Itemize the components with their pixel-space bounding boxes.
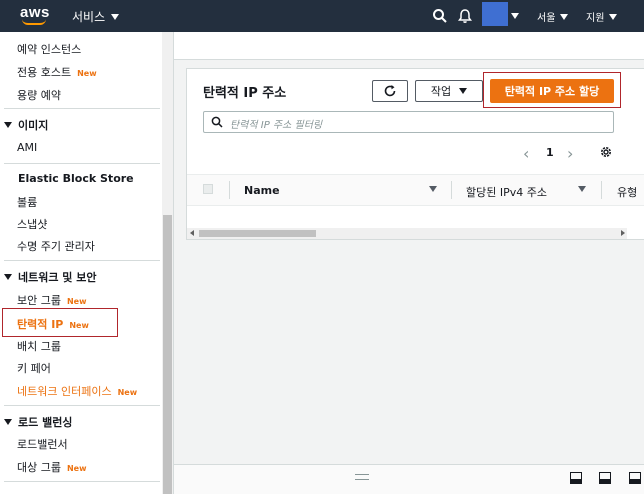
chevron-down-icon bbox=[560, 13, 569, 20]
sidebar-item-label: 대상 그룹 bbox=[17, 461, 61, 474]
split-bottom-icon[interactable] bbox=[570, 472, 582, 484]
sidebar-item-key-pairs[interactable]: 키 페어 bbox=[17, 360, 51, 376]
split-close-icon[interactable] bbox=[629, 472, 641, 484]
sidebar-item-label: 로드밸런서 bbox=[17, 438, 68, 451]
sidebar-section-title: Elastic Block Store bbox=[18, 172, 134, 185]
sidebar-item-label: 스냅샷 bbox=[17, 218, 48, 231]
region-label: 서울 bbox=[537, 13, 556, 24]
column-separator bbox=[229, 181, 230, 199]
new-badge: New bbox=[77, 69, 97, 78]
aws-logo-smile bbox=[22, 19, 46, 25]
elastic-ip-highlight bbox=[2, 308, 118, 337]
filter-placeholder: 탄력적 IP 주소 필터링 bbox=[230, 120, 323, 131]
previous-page-icon[interactable]: ‹ bbox=[523, 144, 529, 163]
chevron-down-icon bbox=[609, 13, 618, 20]
sidebar-item-label: 볼륨 bbox=[17, 196, 38, 209]
sort-icon[interactable] bbox=[578, 186, 586, 192]
sidebar-item-load-balancers[interactable]: 로드밸런서 bbox=[17, 436, 68, 452]
gear-icon[interactable] bbox=[599, 145, 613, 159]
new-badge: New bbox=[66, 297, 87, 306]
sort-icon[interactable] bbox=[429, 186, 437, 192]
services-label: 서비스 bbox=[72, 10, 106, 24]
sidebar: 예약 인스턴스 전용 호스트 New 용량 예약 이미지 AMI Elastic … bbox=[0, 32, 174, 494]
region-selector[interactable]: 서울 bbox=[537, 9, 569, 24]
caret-down-icon bbox=[4, 419, 12, 425]
sidebar-item-target-groups[interactable]: 대상 그룹 New bbox=[17, 459, 87, 475]
next-page-icon[interactable]: › bbox=[567, 144, 573, 163]
refresh-button[interactable] bbox=[372, 80, 408, 102]
sidebar-divider bbox=[4, 481, 160, 482]
bell-icon[interactable] bbox=[457, 8, 473, 24]
chevron-down-icon bbox=[459, 88, 468, 94]
main-header-strip bbox=[174, 32, 644, 60]
column-separator bbox=[601, 181, 602, 199]
account-avatar[interactable] bbox=[482, 2, 508, 26]
sidebar-section-title: 로드 밸런싱 bbox=[18, 416, 73, 429]
search-icon bbox=[211, 116, 223, 128]
sidebar-item-volumes[interactable]: 볼륨 bbox=[17, 194, 37, 210]
chevron-down-icon bbox=[111, 13, 120, 20]
new-badge: New bbox=[66, 464, 87, 473]
sidebar-item-dedicated-hosts[interactable]: 전용 호스트 New bbox=[17, 64, 97, 80]
sidebar-section-title: 이미지 bbox=[18, 119, 49, 132]
sidebar-item-label: 예약 인스턴스 bbox=[17, 43, 82, 56]
sidebar-item-label: 전용 호스트 bbox=[17, 66, 72, 79]
column-header-name[interactable]: Name bbox=[244, 184, 280, 197]
column-separator bbox=[451, 181, 452, 199]
sidebar-item-label: 용량 예약 bbox=[17, 89, 61, 102]
sidebar-section-ebs[interactable]: Elastic Block Store bbox=[4, 172, 134, 185]
drag-handle-icon[interactable] bbox=[355, 474, 369, 480]
sidebar-item-capacity-reservations[interactable]: 용량 예약 bbox=[17, 87, 61, 103]
caret-down-icon bbox=[4, 274, 12, 280]
actions-label: 작업 bbox=[430, 85, 452, 98]
column-header-ipv4[interactable]: 할당된 IPv4 주소 bbox=[466, 184, 547, 200]
sidebar-divider bbox=[4, 163, 160, 164]
sidebar-item-reserved-instances[interactable]: 예약 인스턴스 bbox=[17, 41, 81, 57]
caret-down-icon bbox=[4, 122, 12, 128]
allocate-label: 탄력적 IP 주소 할당 bbox=[504, 85, 600, 98]
allocate-elastic-ip-button[interactable]: 탄력적 IP 주소 할당 bbox=[490, 79, 614, 103]
current-page-number[interactable]: 1 bbox=[546, 146, 554, 159]
new-badge: New bbox=[117, 388, 138, 397]
actions-button[interactable]: 작업 bbox=[415, 80, 483, 102]
sidebar-section-title: 네트워크 및 보안 bbox=[18, 271, 97, 284]
column-header-type[interactable]: 유형 bbox=[617, 184, 637, 200]
sidebar-item-label: 보안 그룹 bbox=[17, 294, 61, 307]
scroll-right-icon[interactable] bbox=[621, 230, 625, 236]
sidebar-section-load-balancing[interactable]: 로드 밸런싱 bbox=[4, 414, 72, 430]
refresh-icon bbox=[384, 85, 396, 97]
sidebar-item-label: 배치 그룹 bbox=[17, 340, 61, 353]
services-menu[interactable]: 서비스 bbox=[72, 8, 120, 25]
sidebar-divider bbox=[4, 108, 160, 109]
sidebar-section-network-security[interactable]: 네트워크 및 보안 bbox=[4, 269, 97, 285]
sidebar-item-lifecycle-manager[interactable]: 수명 주기 관리자 bbox=[17, 238, 95, 254]
page-title: 탄력적 IP 주소 bbox=[203, 86, 287, 101]
sidebar-item-network-interfaces[interactable]: 네트워크 인터페이스 New bbox=[17, 383, 137, 399]
sidebar-item-security-groups[interactable]: 보안 그룹 New bbox=[17, 292, 87, 308]
sidebar-scrollbar-thumb[interactable] bbox=[163, 215, 172, 494]
sidebar-item-label: AMI bbox=[17, 141, 38, 154]
sidebar-item-placement-groups[interactable]: 배치 그룹 bbox=[17, 338, 61, 354]
search-icon[interactable] bbox=[432, 8, 448, 24]
top-navigation-bar: aws 서비스 서울 지원 bbox=[0, 0, 644, 32]
table-scrollbar-thumb[interactable] bbox=[199, 230, 316, 237]
sidebar-divider bbox=[4, 405, 160, 406]
support-label: 지원 bbox=[586, 13, 605, 24]
split-side-icon[interactable] bbox=[599, 472, 611, 484]
filter-input[interactable]: 탄력적 IP 주소 필터링 bbox=[203, 111, 614, 133]
sidebar-item-ami[interactable]: AMI bbox=[17, 141, 37, 154]
account-chevron-down-icon[interactable] bbox=[511, 13, 519, 19]
scroll-left-icon[interactable] bbox=[190, 230, 194, 236]
sidebar-item-label: 키 페어 bbox=[17, 362, 51, 375]
sidebar-item-label: 수명 주기 관리자 bbox=[17, 240, 95, 253]
support-menu[interactable]: 지원 bbox=[586, 9, 618, 24]
sidebar-section-images[interactable]: 이미지 bbox=[4, 117, 48, 133]
sidebar-item-snapshots[interactable]: 스냅샷 bbox=[17, 216, 47, 232]
select-all-checkbox[interactable] bbox=[203, 184, 213, 194]
sidebar-item-label: 네트워크 인터페이스 bbox=[17, 385, 112, 398]
sidebar-divider bbox=[4, 260, 160, 261]
aws-logo[interactable]: aws bbox=[20, 4, 52, 28]
